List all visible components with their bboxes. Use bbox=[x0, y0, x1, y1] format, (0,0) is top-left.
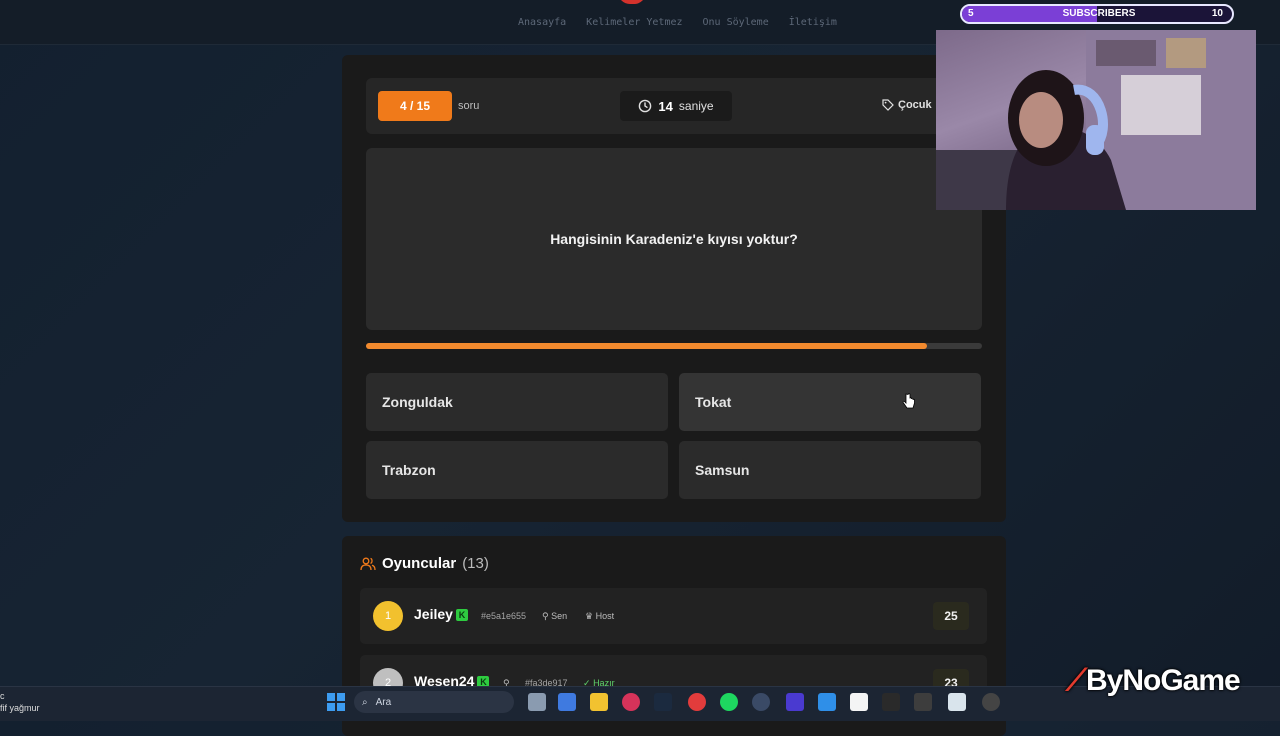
question-counter-label: soru bbox=[458, 100, 480, 112]
vscode-icon[interactable] bbox=[818, 693, 836, 711]
timer-label: saniye bbox=[678, 99, 714, 113]
player-name-text: Jeiley bbox=[414, 606, 453, 622]
player-id: #e5a1e655 bbox=[481, 611, 527, 621]
timer: 14 saniye bbox=[620, 91, 732, 121]
brand-logo-icon: ⟋ bbox=[1066, 664, 1087, 697]
task-view-icon[interactable] bbox=[528, 693, 546, 711]
answer-option-1[interactable]: Zonguldak bbox=[366, 373, 668, 431]
spotify-icon[interactable] bbox=[720, 693, 738, 711]
epic-games-icon[interactable] bbox=[882, 693, 900, 711]
players-count: (13) bbox=[462, 555, 489, 572]
crown-icon: ♛ bbox=[585, 611, 594, 621]
copilot-icon[interactable] bbox=[558, 693, 576, 711]
answer-option-3[interactable]: Trabzon bbox=[366, 441, 668, 499]
answer-option-4[interactable]: Samsun bbox=[679, 441, 981, 499]
app-icon-2[interactable] bbox=[948, 693, 966, 711]
browser-icon[interactable] bbox=[622, 693, 640, 711]
nav-link-taboo[interactable]: Onu Söyleme bbox=[703, 17, 769, 28]
player-name: Jeiley K bbox=[414, 606, 468, 622]
brand-text: ByNoGame bbox=[1086, 664, 1241, 697]
player-tag-host-label: Host bbox=[595, 611, 615, 621]
app-icon-3[interactable] bbox=[982, 693, 1000, 711]
windows-start-icon[interactable] bbox=[327, 693, 345, 711]
search-icon: ⌕ bbox=[362, 696, 368, 708]
brand-watermark: ⟋ByNoGame bbox=[1066, 664, 1241, 698]
time-progress-fill bbox=[366, 343, 927, 349]
nav-link-contact[interactable]: İletişim bbox=[789, 17, 837, 28]
webcam-image bbox=[936, 30, 1256, 210]
nav-links: Anasayfa Kelimeler Yetmez Onu Söyleme İl… bbox=[518, 17, 837, 28]
player-tag-you-label: Sen bbox=[551, 611, 568, 621]
weather-desc: fif yağmur bbox=[0, 703, 40, 713]
nav-link-home[interactable]: Anasayfa bbox=[518, 17, 566, 28]
obs-icon[interactable] bbox=[914, 693, 932, 711]
subscriber-goal-current: 5 bbox=[968, 8, 974, 19]
players-title: Oyuncular bbox=[382, 555, 457, 572]
answer-label: Zonguldak bbox=[382, 394, 453, 410]
answer-label: Tokat bbox=[695, 394, 732, 410]
weather-temp: c bbox=[0, 691, 5, 701]
taskbar-search[interactable]: ⌕ Ara bbox=[354, 691, 514, 713]
mouse-cursor-icon bbox=[902, 393, 915, 409]
ide-icon[interactable] bbox=[786, 693, 804, 711]
question-counter: 4 / 15 bbox=[378, 91, 452, 121]
users-icon bbox=[360, 557, 376, 570]
category-label: Çocuk bbox=[898, 99, 932, 111]
answer-label: Samsun bbox=[695, 462, 750, 478]
player-score: 25 bbox=[933, 602, 969, 630]
app-store-icon[interactable] bbox=[752, 693, 770, 711]
question-text: Hangisinin Karadeniz'e kıyısı yoktur? bbox=[550, 231, 798, 247]
answer-label: Trabzon bbox=[382, 462, 436, 478]
answer-option-2[interactable]: Tokat bbox=[679, 373, 981, 431]
app-icon[interactable] bbox=[688, 693, 706, 711]
subscriber-goal-label: SUBSCRIBERS bbox=[1062, 8, 1136, 19]
player-tag-host: ♛ Host bbox=[585, 611, 614, 622]
steam-icon[interactable] bbox=[654, 693, 672, 711]
rank-badge: 1 bbox=[373, 601, 403, 631]
timer-value: 14 bbox=[658, 98, 673, 114]
clock-icon bbox=[639, 99, 652, 113]
category-badge: Çocuk bbox=[882, 99, 932, 111]
subscriber-goal-target: 10 bbox=[1211, 8, 1223, 19]
file-explorer-icon[interactable] bbox=[590, 693, 608, 711]
tag-icon bbox=[882, 99, 894, 111]
question-box: Hangisinin Karadeniz'e kıyısı yoktur? bbox=[366, 148, 982, 330]
players-heading: Oyuncular (13) bbox=[360, 555, 489, 572]
weather-widget[interactable]: c fif yağmur bbox=[0, 690, 40, 714]
player-tag-you: ⚲ Sen bbox=[542, 611, 567, 622]
notion-icon[interactable] bbox=[850, 693, 868, 711]
kick-icon: K bbox=[455, 609, 468, 622]
user-icon: ⚲ bbox=[542, 611, 549, 621]
site-logo[interactable] bbox=[618, 0, 646, 4]
nav-link-words[interactable]: Kelimeler Yetmez bbox=[586, 17, 682, 28]
time-progress-bar bbox=[366, 343, 982, 349]
search-placeholder: Ara bbox=[375, 696, 392, 708]
subscriber-goal-bar: SUBSCRIBERS 5 10 bbox=[960, 4, 1234, 24]
webcam-feed bbox=[936, 30, 1256, 210]
player-row[interactable]: 1 Jeiley K #e5a1e655 ⚲ Sen ♛ Host 25 bbox=[360, 588, 987, 644]
